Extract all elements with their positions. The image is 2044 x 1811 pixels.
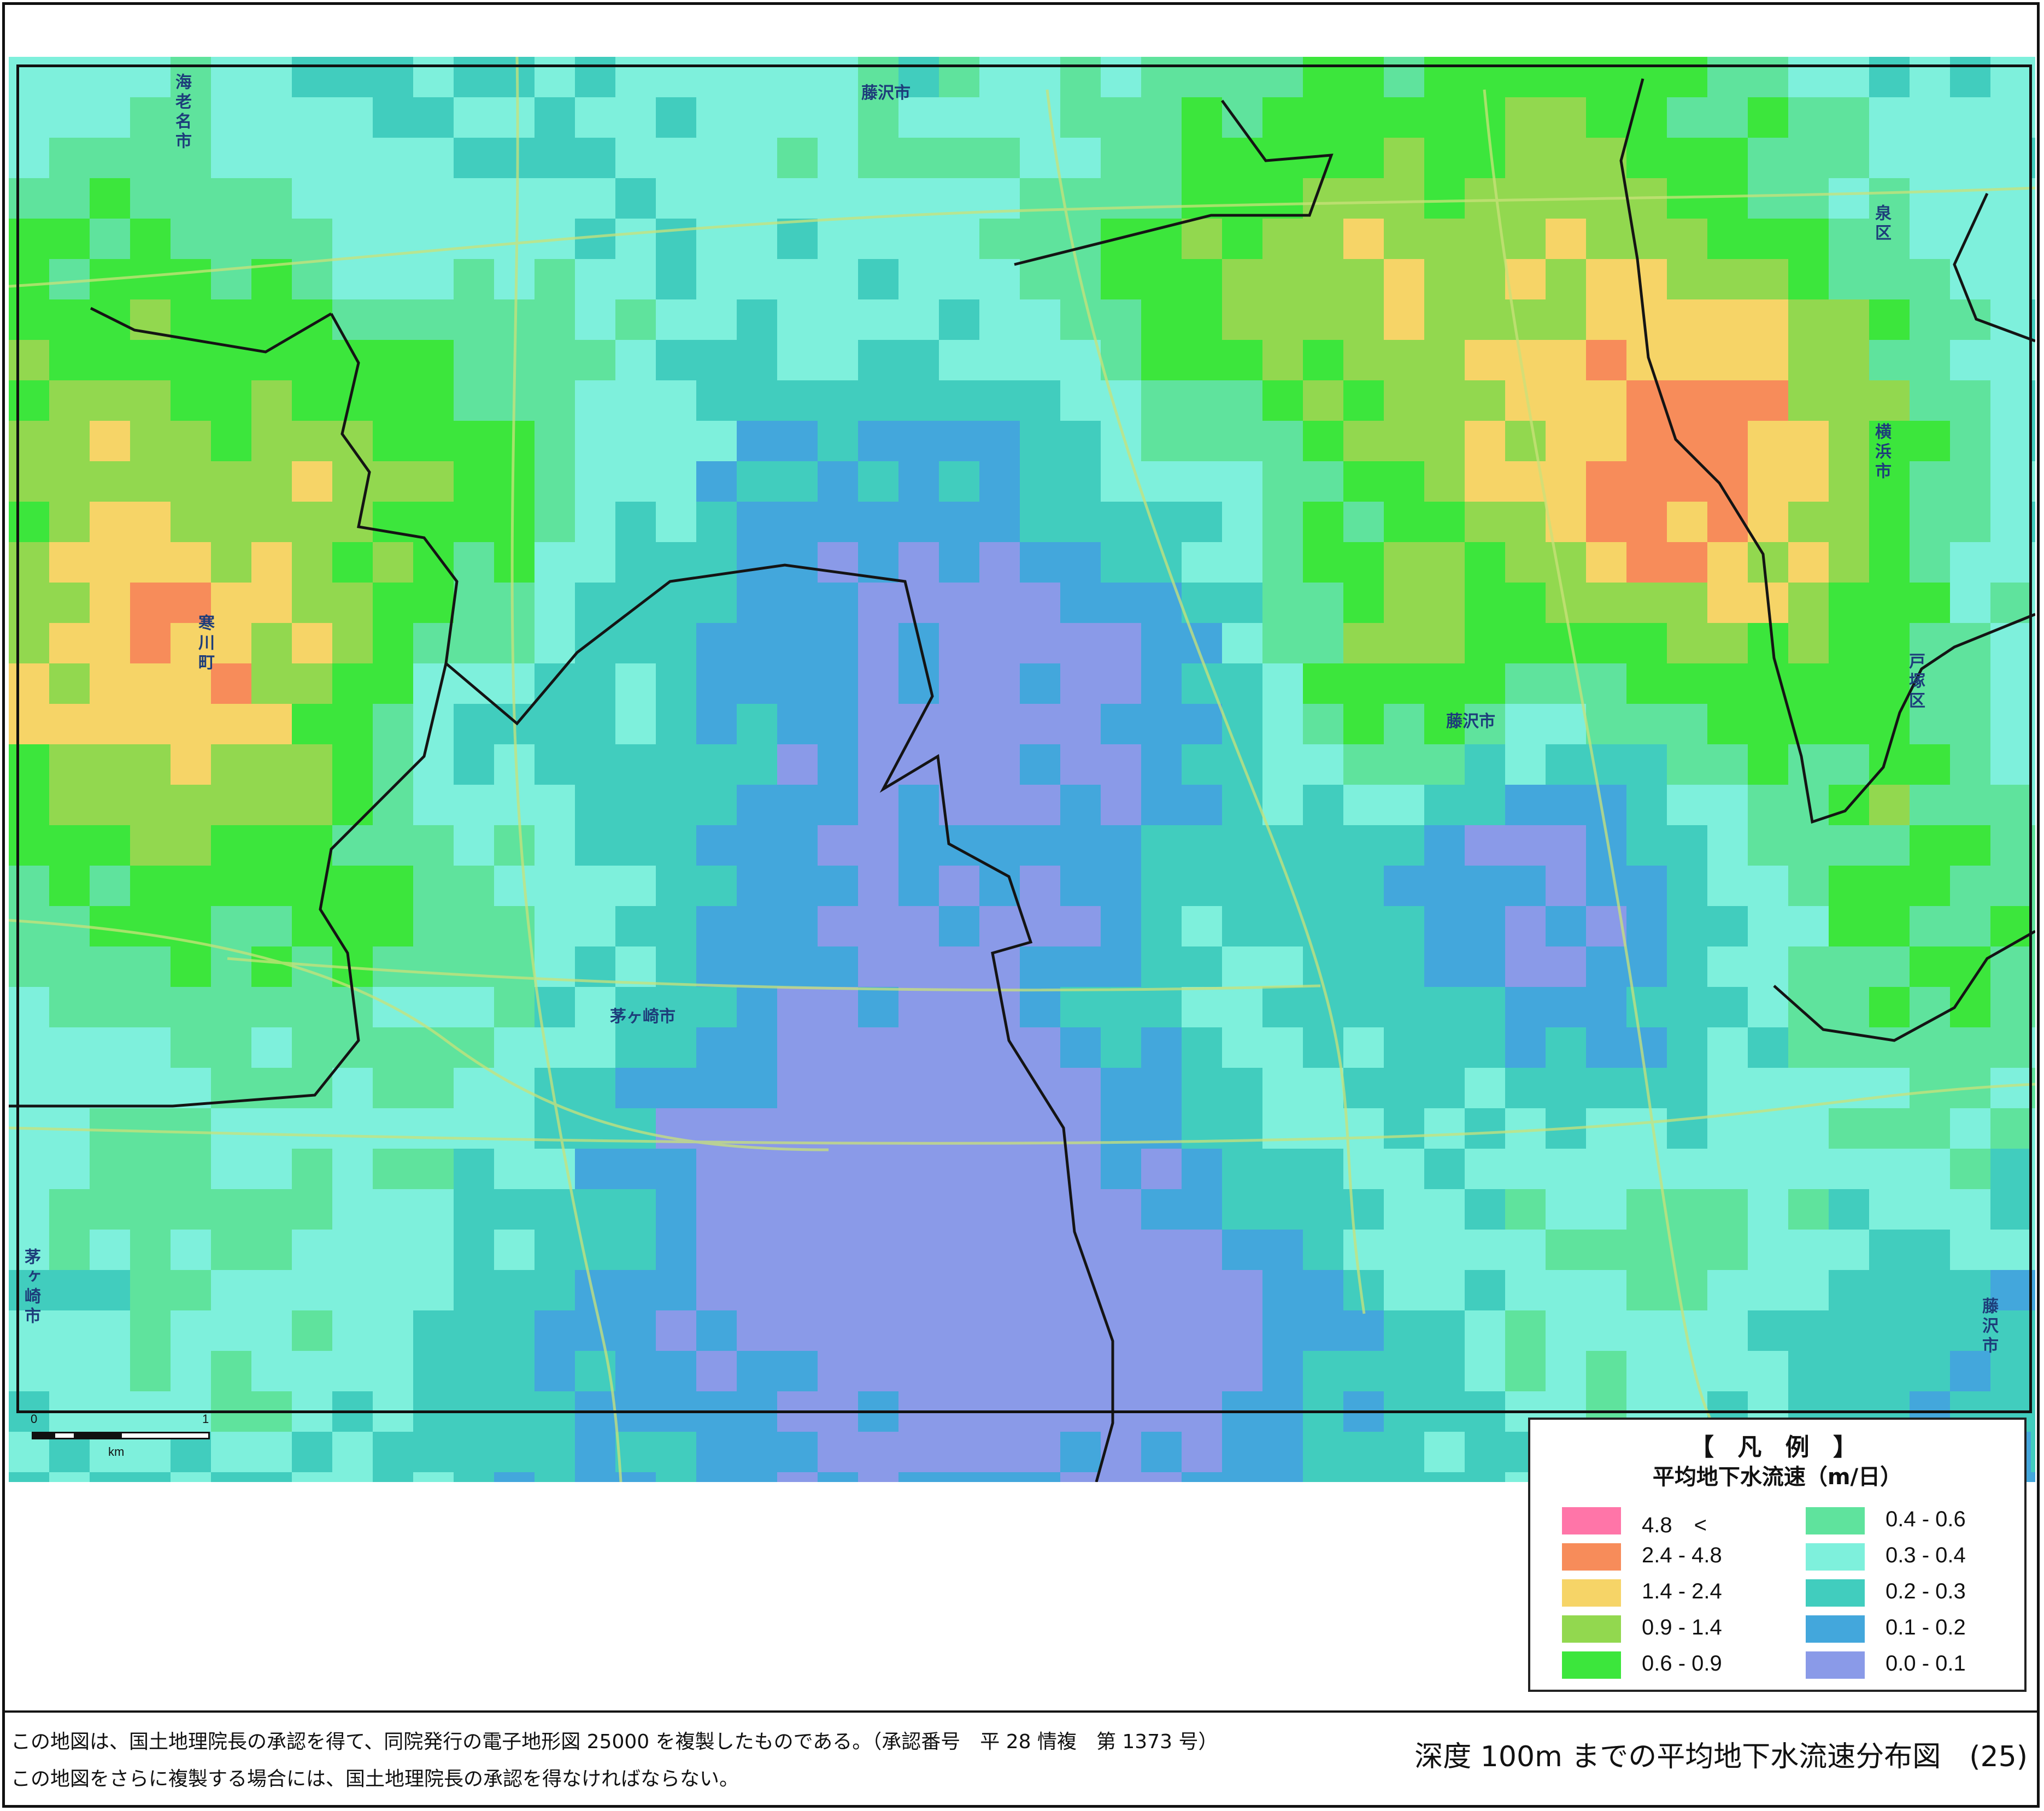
legend-label: 0.3 - 0.4 xyxy=(1886,1543,1966,1567)
legend-item: 2.4 - 4.8 xyxy=(1562,1538,1770,1574)
place-label-izumi: 泉区 xyxy=(1872,204,1891,244)
scale-segment xyxy=(75,1432,120,1439)
legend-item: 0.0 - 0.1 xyxy=(1806,1646,2013,1682)
legend-item: 0.4 - 0.6 xyxy=(1806,1502,2013,1538)
legend: 【 凡 例 】 平均地下水流速（m/日） 4.8 < 2.4 - 4.8 1.4… xyxy=(1528,1418,2027,1692)
reproduction-note: この地図をさらに複製する場合には、国土地理院長の承認を得なければならない。 xyxy=(11,1768,739,1790)
copyright-note: この地図は、国土地理院長の承認を得て、同院発行の電子地形図 25000 を複製し… xyxy=(11,1731,1218,1753)
legend-item: 0.3 - 0.4 xyxy=(1806,1538,2013,1574)
legend-label: 0.9 - 1.4 xyxy=(1642,1615,1722,1639)
legend-swatch xyxy=(1562,1615,1621,1643)
legend-column-right: 0.4 - 0.6 0.3 - 0.4 0.2 - 0.3 0.1 - 0.2 … xyxy=(1806,1502,2013,1682)
figure-title: 深度 100m までの平均地下水流速分布図 (25) xyxy=(1414,1741,2028,1773)
groundwater-velocity-map[interactable]: 海老名市 藤沢市 泉区 横浜市 寒川町 戸塚区 藤沢市 茅ヶ崎市 茅ヶ崎市 藤沢… xyxy=(9,57,2035,1482)
scale-bar: 0 1 km xyxy=(31,1412,211,1459)
legend-label: 0.4 - 0.6 xyxy=(1886,1507,1966,1531)
place-label-chigasaki-left: 茅ヶ崎市 xyxy=(21,1248,40,1327)
scale-unit: km xyxy=(108,1445,125,1459)
legend-label: 1.4 - 2.4 xyxy=(1642,1579,1722,1603)
legend-subtitle: 平均地下水流速（m/日） xyxy=(1652,1465,1902,1490)
scale-segment xyxy=(54,1432,75,1439)
legend-swatch xyxy=(1562,1579,1621,1607)
place-label-fujisawa-mid: 藤沢市 xyxy=(1446,712,1495,731)
legend-swatch xyxy=(1562,1507,1621,1534)
place-label-ebina: 海老名市 xyxy=(172,73,191,152)
legend-swatch xyxy=(1806,1543,1865,1571)
legend-swatch xyxy=(1806,1651,1865,1679)
legend-label: 0.6 - 0.9 xyxy=(1642,1651,1722,1675)
scale-segment xyxy=(120,1432,210,1439)
map-raster xyxy=(9,57,2035,1482)
legend-column-left: 4.8 < 2.4 - 4.8 1.4 - 2.4 0.9 - 1.4 0.6 … xyxy=(1562,1502,1770,1682)
legend-label: 0.2 - 0.3 xyxy=(1886,1579,1966,1603)
legend-item: 0.1 - 0.2 xyxy=(1806,1610,2013,1646)
legend-swatch xyxy=(1806,1615,1865,1643)
legend-label: 4.8 < xyxy=(1642,1513,1707,1537)
scale-tick-start: 0 xyxy=(31,1412,38,1426)
legend-item: 4.8 < xyxy=(1562,1502,1770,1538)
footer-divider xyxy=(2,1710,2040,1713)
legend-swatch xyxy=(1806,1579,1865,1607)
legend-swatch xyxy=(1562,1651,1621,1679)
legend-swatch xyxy=(1806,1507,1865,1534)
place-label-fujisawa-right: 藤沢市 xyxy=(1979,1297,1998,1356)
place-label-yokohama: 横浜市 xyxy=(1872,423,1891,482)
place-label-totsuka: 戸塚区 xyxy=(1906,652,1925,712)
place-label-chigasaki-mid: 茅ヶ崎市 xyxy=(610,1007,676,1026)
legend-item: 0.6 - 0.9 xyxy=(1562,1646,1770,1682)
legend-label: 0.0 - 0.1 xyxy=(1886,1651,1966,1675)
scale-tick-end: 1 xyxy=(202,1412,209,1426)
legend-item: 0.2 - 0.3 xyxy=(1806,1574,2013,1610)
place-label-fujisawa-top: 藤沢市 xyxy=(861,84,911,103)
legend-item: 1.4 - 2.4 xyxy=(1562,1574,1770,1610)
place-label-samukawa: 寒川町 xyxy=(195,614,214,673)
legend-title: 【 凡 例 】 xyxy=(1690,1433,1865,1461)
legend-swatch xyxy=(1562,1543,1621,1571)
scale-segment xyxy=(32,1432,54,1439)
legend-label: 2.4 - 4.8 xyxy=(1642,1543,1722,1567)
legend-item: 0.9 - 1.4 xyxy=(1562,1610,1770,1646)
legend-label: 0.1 - 0.2 xyxy=(1886,1615,1966,1639)
